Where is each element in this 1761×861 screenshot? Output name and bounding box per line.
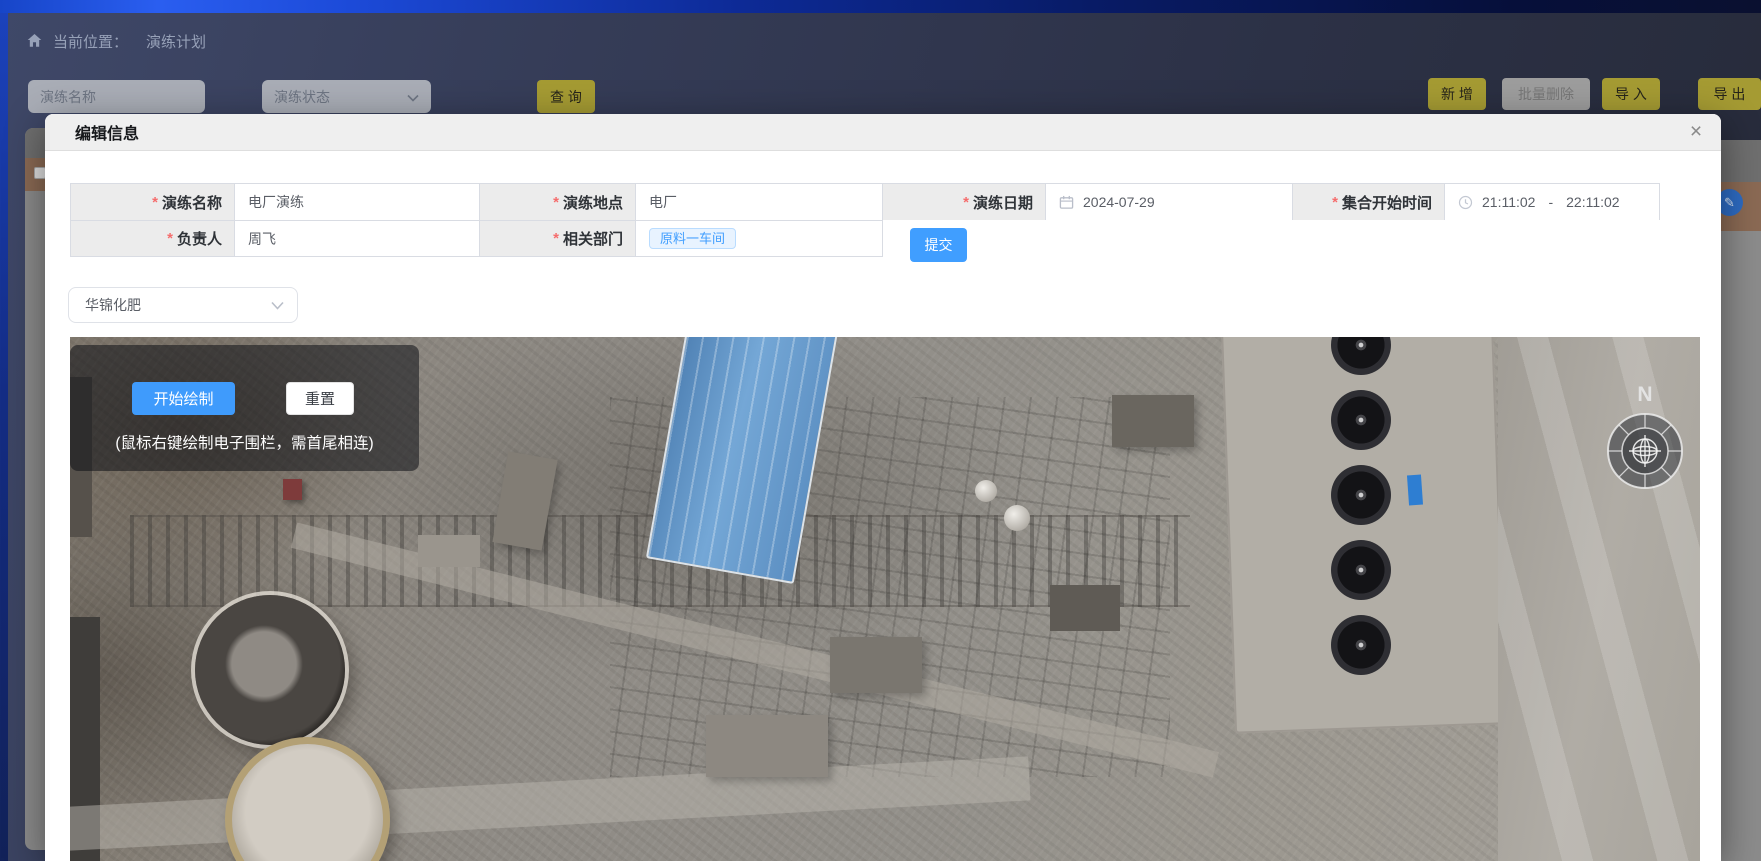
map-feature-storage-tank xyxy=(195,595,345,745)
gather-time-separator: - xyxy=(1548,194,1553,210)
gather-time-label-text: 集合开始时间 xyxy=(1342,192,1432,213)
batch-delete-button[interactable]: 批量删除 xyxy=(1502,78,1590,110)
start-draw-button[interactable]: 开始绘制 xyxy=(132,382,235,415)
gather-time-field[interactable]: 21:11:02 - 22:11:02 xyxy=(1445,183,1660,220)
background-table-right-edge xyxy=(1721,140,1761,861)
drill-status-select-placeholder: 演练状态 xyxy=(274,87,330,107)
pencil-icon: ✎ xyxy=(1724,195,1735,211)
required-mark: * xyxy=(553,194,559,211)
drill-name-label: * 演练名称 xyxy=(70,183,235,220)
leader-value: 周飞 xyxy=(248,229,276,249)
drill-date-label: * 演练日期 xyxy=(883,183,1046,220)
map-feature-building xyxy=(1112,395,1194,447)
gather-time-label: * 集合开始时间 xyxy=(1293,183,1445,220)
department-label-text: 相关部门 xyxy=(563,228,623,249)
drill-name-field[interactable]: 电厂演练 xyxy=(235,183,480,220)
gather-time-start: 21:11:02 xyxy=(1482,194,1535,210)
map-feature-building xyxy=(1050,585,1120,631)
breadcrumb-current: 演练计划 xyxy=(146,31,206,52)
dialog-title: 编辑信息 xyxy=(75,120,139,144)
map-feature-building xyxy=(830,637,922,693)
fence-draw-panel: 开始绘制 重置 (鼠标右键绘制电子围栏，需首尾相连) xyxy=(70,345,419,471)
department-field[interactable]: 原料一车间 xyxy=(636,220,883,257)
required-mark: * xyxy=(152,194,158,211)
drill-date-label-text: 演练日期 xyxy=(973,192,1033,213)
map-feature-cooling-fan xyxy=(1331,615,1391,675)
map-feature-red-roof xyxy=(283,479,302,500)
gather-time-end: 22:11:02 xyxy=(1566,194,1619,210)
reset-button[interactable]: 重置 xyxy=(286,382,354,415)
top-accent-strip xyxy=(0,0,1761,13)
breadcrumb: 当前位置： 演练计划 xyxy=(26,31,206,52)
submit-button[interactable]: 提交 xyxy=(910,228,967,262)
department-label: * 相关部门 xyxy=(480,220,636,257)
clock-icon xyxy=(1458,195,1473,210)
add-button[interactable]: 新 增 xyxy=(1428,78,1486,110)
map-feature-cooling-fan xyxy=(1331,390,1391,450)
home-icon xyxy=(26,32,43,52)
drill-location-field[interactable]: 电厂 xyxy=(636,183,883,220)
required-mark: * xyxy=(553,230,559,247)
compass-icon[interactable]: N xyxy=(1598,371,1692,500)
calendar-icon xyxy=(1059,195,1074,210)
edit-info-dialog: 编辑信息 × * 演练名称 电厂演练 * 演练地点 电厂 xyxy=(45,114,1721,861)
map-feature-sphere-tank xyxy=(975,480,997,502)
department-tag: 原料一车间 xyxy=(649,228,736,249)
plant-select-value: 华锦化肥 xyxy=(85,295,141,315)
breadcrumb-prefix: 当前位置： xyxy=(53,31,128,52)
app-screen: 当前位置： 演练计划 演练状态 查 询 新 增 批量删除 导 入 导 出 ✎ 编… xyxy=(0,0,1761,861)
close-icon[interactable]: × xyxy=(1683,119,1709,145)
drill-status-select[interactable]: 演练状态 xyxy=(262,80,431,113)
leader-field[interactable]: 周飞 xyxy=(235,220,480,257)
compass-north-label: N xyxy=(1637,383,1652,406)
drill-form: * 演练名称 电厂演练 * 演练地点 电厂 * 演练日期 xyxy=(70,183,1660,257)
required-mark: * xyxy=(167,230,173,247)
drill-name-value: 电厂演练 xyxy=(248,192,304,212)
left-accent-strip xyxy=(0,13,8,861)
export-button[interactable]: 导 出 xyxy=(1698,78,1761,110)
map-feature-building xyxy=(706,715,828,777)
drill-name-label-text: 演练名称 xyxy=(162,192,222,213)
map-feature-cooling-fan xyxy=(1331,465,1391,525)
dialog-header: 编辑信息 × xyxy=(45,114,1721,151)
map-feature-sphere-tank xyxy=(1004,505,1030,531)
drill-location-label-text: 演练地点 xyxy=(563,192,623,213)
drill-location-label: * 演练地点 xyxy=(480,183,636,220)
leader-label: * 负责人 xyxy=(70,220,235,257)
required-mark: * xyxy=(963,194,969,211)
import-button[interactable]: 导 入 xyxy=(1602,78,1660,110)
chevron-down-icon xyxy=(407,89,419,105)
map-feature-cooling-fan xyxy=(1331,540,1391,600)
chevron-down-icon xyxy=(271,297,284,313)
drill-date-value: 2024-07-29 xyxy=(1083,194,1155,210)
map-feature-blue-container xyxy=(1407,475,1423,506)
form-row-1: * 演练名称 电厂演练 * 演练地点 电厂 * 演练日期 xyxy=(70,183,1660,220)
form-row-2: * 负责人 周飞 * 相关部门 原料一车间 xyxy=(70,220,1660,257)
draw-hint-text: (鼠标右键绘制电子围栏，需首尾相连) xyxy=(70,431,419,453)
required-mark: * xyxy=(1332,194,1338,211)
map-feature-building xyxy=(418,535,480,567)
drill-name-search-input[interactable] xyxy=(28,80,205,113)
query-button[interactable]: 查 询 xyxy=(537,80,595,113)
leader-label-text: 负责人 xyxy=(177,228,222,249)
plant-select[interactable]: 华锦化肥 xyxy=(68,287,298,323)
drill-date-field[interactable]: 2024-07-29 xyxy=(1046,183,1293,220)
background-table-header-right xyxy=(1721,140,1761,182)
drill-location-value: 电厂 xyxy=(649,192,677,212)
map-aerial-view[interactable]: 开始绘制 重置 (鼠标右键绘制电子围栏，需首尾相连) N xyxy=(70,337,1700,861)
